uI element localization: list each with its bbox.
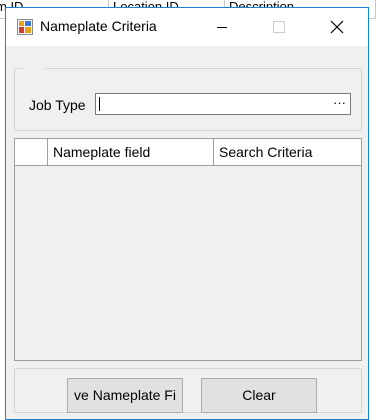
maximize-button[interactable]	[256, 8, 302, 46]
minimize-button[interactable]	[199, 8, 245, 46]
groupbox-caption-gap	[23, 67, 45, 71]
clear-button[interactable]: Clear	[201, 378, 317, 413]
close-button[interactable]	[314, 8, 360, 46]
title-bar[interactable]: Nameplate Criteria	[6, 8, 368, 46]
browse-button[interactable]: ···	[333, 94, 346, 112]
maximize-icon	[273, 21, 285, 33]
app-form-icon	[17, 19, 33, 35]
row-header-column[interactable]	[15, 139, 48, 165]
save-nameplate-label: ve Nameplate Fi	[74, 387, 176, 403]
job-type-label: Job Type	[29, 97, 86, 113]
job-type-groupbox: Job Type ···	[14, 67, 362, 131]
nameplate-criteria-grid[interactable]: Nameplate field Search Criteria	[14, 138, 362, 361]
close-icon	[330, 20, 344, 34]
save-nameplate-button[interactable]: ve Nameplate Fi	[67, 378, 183, 413]
nameplate-criteria-dialog: Nameplate Criteria Job Type ··· Nameplat…	[5, 7, 369, 420]
minimize-icon	[217, 27, 227, 28]
grid-header: Nameplate field Search Criteria	[15, 139, 361, 166]
window-title: Nameplate Criteria	[40, 18, 157, 34]
column-header-nameplate-field[interactable]: Nameplate field	[48, 139, 214, 165]
actions-groupbox: ve Nameplate Fi Clear	[14, 368, 362, 413]
column-header-search-criteria[interactable]: Search Criteria	[214, 139, 361, 165]
job-type-field[interactable]: ···	[95, 93, 351, 115]
text-caret	[99, 97, 100, 111]
